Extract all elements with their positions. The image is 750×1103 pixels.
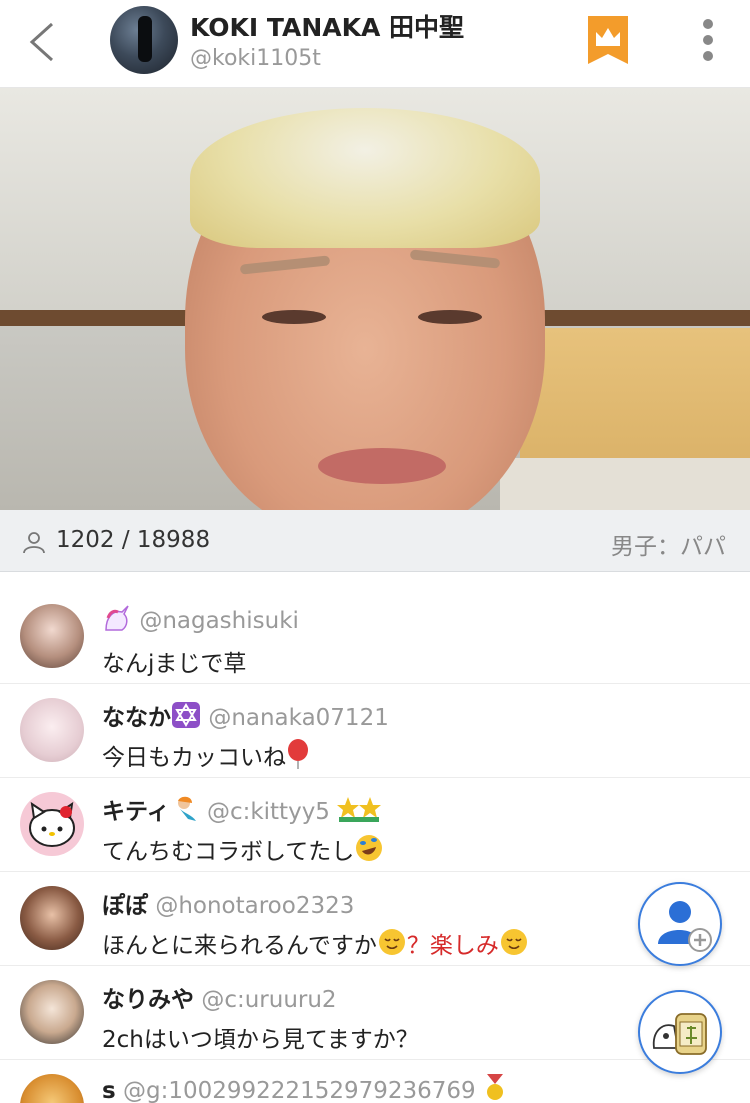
balloon-icon: [288, 739, 308, 769]
streamer-handle: @koki1105t: [190, 46, 321, 71]
streamer-avatar[interactable]: [110, 6, 178, 74]
comment-text-wrap: てんちむコラボしてたし: [102, 832, 384, 866]
video-air-conditioner: [500, 458, 750, 510]
video-mouth: [318, 448, 446, 484]
comment-text: 2chはいつ頃から見てますか？: [102, 1027, 419, 1053]
comment-header: なりみや @c:uruuru2: [102, 980, 337, 1014]
video-eye-right: [418, 310, 482, 324]
commenter-nickname: キティ: [102, 799, 170, 825]
commenter-id: @nanaka07121: [208, 705, 389, 731]
comment-header: s @g:1002992221529792367​69: [102, 1074, 507, 1103]
comment-feed[interactable]: @nagashisuki なんjまじで草 ななか @nanaka07121 今日…: [0, 572, 750, 1103]
comment-text-wrap: 今日もカッコいね: [102, 738, 310, 772]
rofl-icon: [356, 835, 383, 861]
comment-row[interactable]: なりみや @c:uruuru2 2chはいつ頃から見てますか？: [0, 966, 750, 1060]
video-eye-left: [262, 310, 326, 324]
mermaid-icon: [177, 796, 196, 821]
gift-button[interactable]: [638, 990, 722, 1074]
double-star-badge-icon: [337, 797, 382, 822]
comment-row[interactable]: キティ @c:kittyy5 てんちむコラボしてたし: [0, 778, 750, 872]
comment-text-part: ほんとに来られるんですか: [102, 933, 377, 959]
commenter-avatar[interactable]: [20, 980, 84, 1044]
stats-bar: 1202 / 18988 男子：パパ: [0, 510, 750, 572]
star-of-david-icon: [172, 702, 200, 728]
commenter-id: @honotaroo2323: [155, 893, 355, 919]
comment-text-part: ？楽しみ: [406, 933, 499, 959]
commenter-avatar[interactable]: [20, 886, 84, 950]
relieved-face-icon: [378, 929, 405, 955]
viewer-icon: [23, 532, 45, 554]
tea-gift-icon: [652, 1013, 707, 1055]
medal-icon: [486, 1074, 503, 1100]
stream-tag: 男子：パパ: [611, 534, 726, 560]
commenter-avatar[interactable]: [20, 792, 84, 856]
commenter-nickname: ぽぽ: [102, 893, 148, 919]
comment-row[interactable]: @nagashisuki なんjまじで草: [0, 590, 750, 684]
commenter-id: @g:1002992221529792367​69: [123, 1078, 476, 1103]
relieved-face-icon: [500, 929, 527, 955]
commenter-nickname: s: [102, 1078, 116, 1103]
streamer-name: KOKI TANAKA 田中聖: [190, 13, 465, 42]
crown-icon[interactable]: [588, 16, 628, 64]
viewer-count: 1202 / 18988: [56, 527, 211, 553]
comment-header: ぽぽ @honotaroo2323: [102, 886, 354, 920]
hello-kitty-icon: [29, 801, 75, 847]
comment-text: なんjまじで草: [102, 651, 247, 677]
commenter-nickname: なりみや: [102, 987, 194, 1013]
commenter-id: @c:kittyy5: [206, 799, 330, 825]
comment-header: ななか @nanaka07121: [102, 698, 389, 732]
comment-row[interactable]: ななか @nanaka07121 今日もカッコいね: [0, 684, 750, 778]
comment-header: キティ @c:kittyy5: [102, 792, 382, 826]
comment-header: @nagashisuki: [102, 604, 299, 634]
commenter-avatar[interactable]: [20, 604, 84, 668]
add-user-icon: [658, 901, 712, 952]
video-hair: [190, 108, 540, 248]
live-video[interactable]: [0, 88, 750, 510]
more-options-icon[interactable]: [694, 18, 722, 62]
commenter-avatar[interactable]: [20, 698, 84, 762]
comment-text-wrap: ほんとに来られるんですか ？楽しみ: [102, 926, 529, 960]
follow-button[interactable]: [638, 882, 722, 966]
comment-row[interactable]: s @g:1002992221529792367​69: [0, 1060, 750, 1103]
unicorn-icon: [105, 605, 129, 631]
back-arrow-icon[interactable]: [22, 18, 66, 66]
commenter-id: @nagashisuki: [139, 608, 299, 634]
commenter-id: @c:uruuru2: [201, 987, 337, 1013]
commenter-avatar[interactable]: [20, 1074, 84, 1103]
comment-text: 今日もカッコいね: [102, 745, 286, 771]
comment-text: てんちむコラボしてたし: [102, 839, 355, 865]
commenter-nickname: ななか: [102, 705, 171, 731]
top-bar: KOKI TANAKA 田中聖 @koki1105t: [0, 0, 750, 88]
